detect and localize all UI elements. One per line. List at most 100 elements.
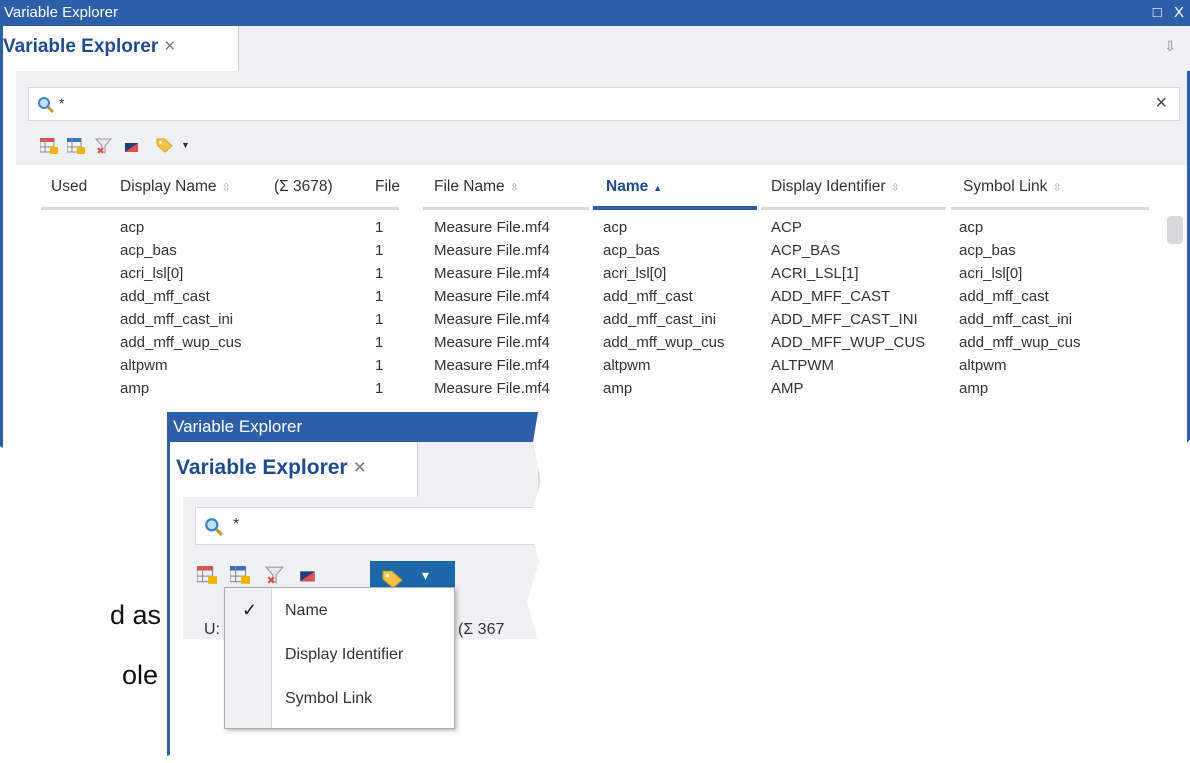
cell-display-identifier: ADD_MFF_CAST_INI [771, 311, 918, 328]
tag-dropdown-icon: ▾ [422, 567, 430, 583]
cell-name: acp_bas [603, 242, 660, 259]
cell-display-identifier: ACP [771, 219, 802, 236]
cell-file: 1 [375, 219, 384, 236]
cell-file: 1 [375, 288, 384, 305]
cell-name: add_mff_cast [603, 288, 693, 305]
window-title-bar: Variable Explorer [167, 412, 538, 442]
column-divider [423, 207, 589, 210]
column-divider [761, 207, 946, 210]
filter-clear-icon[interactable] [265, 566, 285, 584]
cell-display-name: acp [120, 219, 145, 236]
cell-file-name: Measure File.mf4 [434, 242, 550, 259]
grid-add-icon[interactable] [40, 138, 58, 154]
cell-file-name: Measure File.mf4 [434, 288, 550, 305]
search-icon [38, 97, 55, 114]
header-count-partial: (Σ 367 [458, 621, 505, 638]
cell-file: 1 [375, 334, 384, 351]
column-sort-indicator [593, 206, 757, 210]
sort-icon: ⇳ [509, 182, 519, 194]
scrollbar-thumb[interactable] [1167, 216, 1183, 244]
cell-symbol-link: acp [959, 219, 984, 236]
cell-display-identifier: ACRI_LSL[1] [771, 265, 859, 282]
display-icon[interactable] [298, 569, 318, 587]
header-used[interactable]: Used [51, 178, 87, 196]
cell-file-name: Measure File.mf4 [434, 380, 550, 397]
cell-name: acri_lsl[0] [603, 265, 667, 282]
tab-variable-explorer[interactable]: Variable Explorer × [3, 26, 239, 71]
cell-display-name: amp [120, 380, 150, 397]
background-text-line2: ole [122, 660, 159, 690]
grid-select-icon[interactable] [67, 138, 85, 154]
cell-file: 1 [375, 357, 384, 374]
cell-display-identifier: ADD_MFF_WUP_CUS [771, 334, 926, 351]
menu-item-name[interactable]: ✓ Name [225, 593, 454, 630]
cell-display-identifier: ALTPWM [771, 357, 835, 374]
cell-name: amp [603, 380, 633, 397]
grid-select-icon[interactable] [230, 566, 250, 584]
menu-item-label: Display Identifier [285, 646, 404, 663]
tab-variable-explorer[interactable]: Variable Explorer × [170, 442, 418, 497]
variable-explorer-window: Variable Explorer □ X Variable Explorer ×… [0, 0, 1190, 463]
menu-item-label: Symbol Link [285, 690, 373, 707]
window-title: Variable Explorer [4, 4, 118, 21]
maximize-icon[interactable]: □ [1153, 4, 1162, 21]
grid-add-icon[interactable] [197, 566, 217, 584]
tag-icon [382, 570, 403, 589]
header-file[interactable]: File [375, 178, 400, 196]
cell-file: 1 [375, 242, 384, 259]
cell-file-name: Measure File.mf4 [434, 334, 550, 351]
cell-display-name: add_mff_wup_cus [120, 334, 242, 351]
tag-icon[interactable] [156, 137, 174, 153]
tag-dropdown-menu: ✓ Name Display Identifier Symbol Link [224, 587, 455, 729]
cell-file-name: Measure File.mf4 [434, 357, 550, 374]
search-icon [205, 518, 223, 536]
menu-item-display-identifier[interactable]: Display Identifier [225, 637, 454, 674]
search-input[interactable]: * × [28, 87, 1180, 121]
cell-name: add_mff_cast_ini [603, 311, 717, 328]
cell-display-identifier: ACP_BAS [771, 242, 841, 259]
cell-name: add_mff_wup_cus [603, 334, 725, 351]
header-symbol-link-label: Symbol Link [963, 178, 1048, 195]
header-used-partial: U: [204, 621, 220, 638]
tab-bar: Variable Explorer × [167, 442, 538, 497]
cell-display-name: add_mff_cast_ini [120, 311, 234, 328]
tab-label: Variable Explorer [3, 36, 159, 57]
tab-close-icon[interactable]: × [354, 456, 366, 479]
cell-display-name: acri_lsl[0] [120, 265, 184, 282]
search-input[interactable]: * [195, 507, 541, 545]
check-icon: ✓ [242, 600, 258, 620]
search-value: * [233, 516, 240, 533]
header-display-identifier-label: Display Identifier [771, 178, 886, 195]
display-icon[interactable] [123, 141, 141, 157]
close-icon[interactable]: X [1174, 4, 1184, 21]
header-display-name-label: Display Name [120, 178, 217, 195]
cell-name: acp [603, 219, 628, 236]
content-area: * × ▼ Used Display Name ⇳ (Σ 3678) File … [0, 71, 1190, 463]
header-name[interactable]: Name ▲ [606, 178, 662, 196]
header-name-label: Name [606, 178, 649, 195]
cell-symbol-link: acri_lsl[0] [959, 265, 1023, 282]
header-count: (Σ 3678) [274, 178, 333, 195]
tab-menu-icon[interactable]: ⇩ [1164, 38, 1176, 55]
tab-close-icon[interactable]: × [164, 36, 175, 57]
window-title: Variable Explorer [173, 417, 303, 436]
header-file-name[interactable]: File Name ⇳ [434, 178, 519, 196]
cell-symbol-link: amp [959, 380, 989, 397]
sort-icon: ⇳ [221, 182, 231, 194]
header-display-name[interactable]: Display Name ⇳ [120, 178, 231, 196]
cell-display-identifier: AMP [771, 380, 804, 397]
tab-label: Variable Explorer [176, 456, 348, 479]
cell-file: 1 [375, 311, 384, 328]
filter-clear-icon[interactable] [95, 138, 113, 154]
search-clear-icon[interactable]: × [1155, 92, 1167, 115]
tag-dropdown-icon[interactable]: ▼ [181, 140, 190, 150]
menu-item-symbol-link[interactable]: Symbol Link [225, 681, 454, 718]
header-symbol-link[interactable]: Symbol Link ⇳ [963, 178, 1062, 196]
cell-symbol-link: add_mff_cast [959, 288, 1049, 305]
search-value: * [59, 95, 65, 111]
cell-file: 1 [375, 265, 384, 282]
cell-file-name: Measure File.mf4 [434, 219, 550, 236]
header-display-identifier[interactable]: Display Identifier ⇳ [771, 178, 900, 196]
cell-file-name: Measure File.mf4 [434, 265, 550, 282]
window-title-bar: Variable Explorer □ X [0, 0, 1190, 26]
